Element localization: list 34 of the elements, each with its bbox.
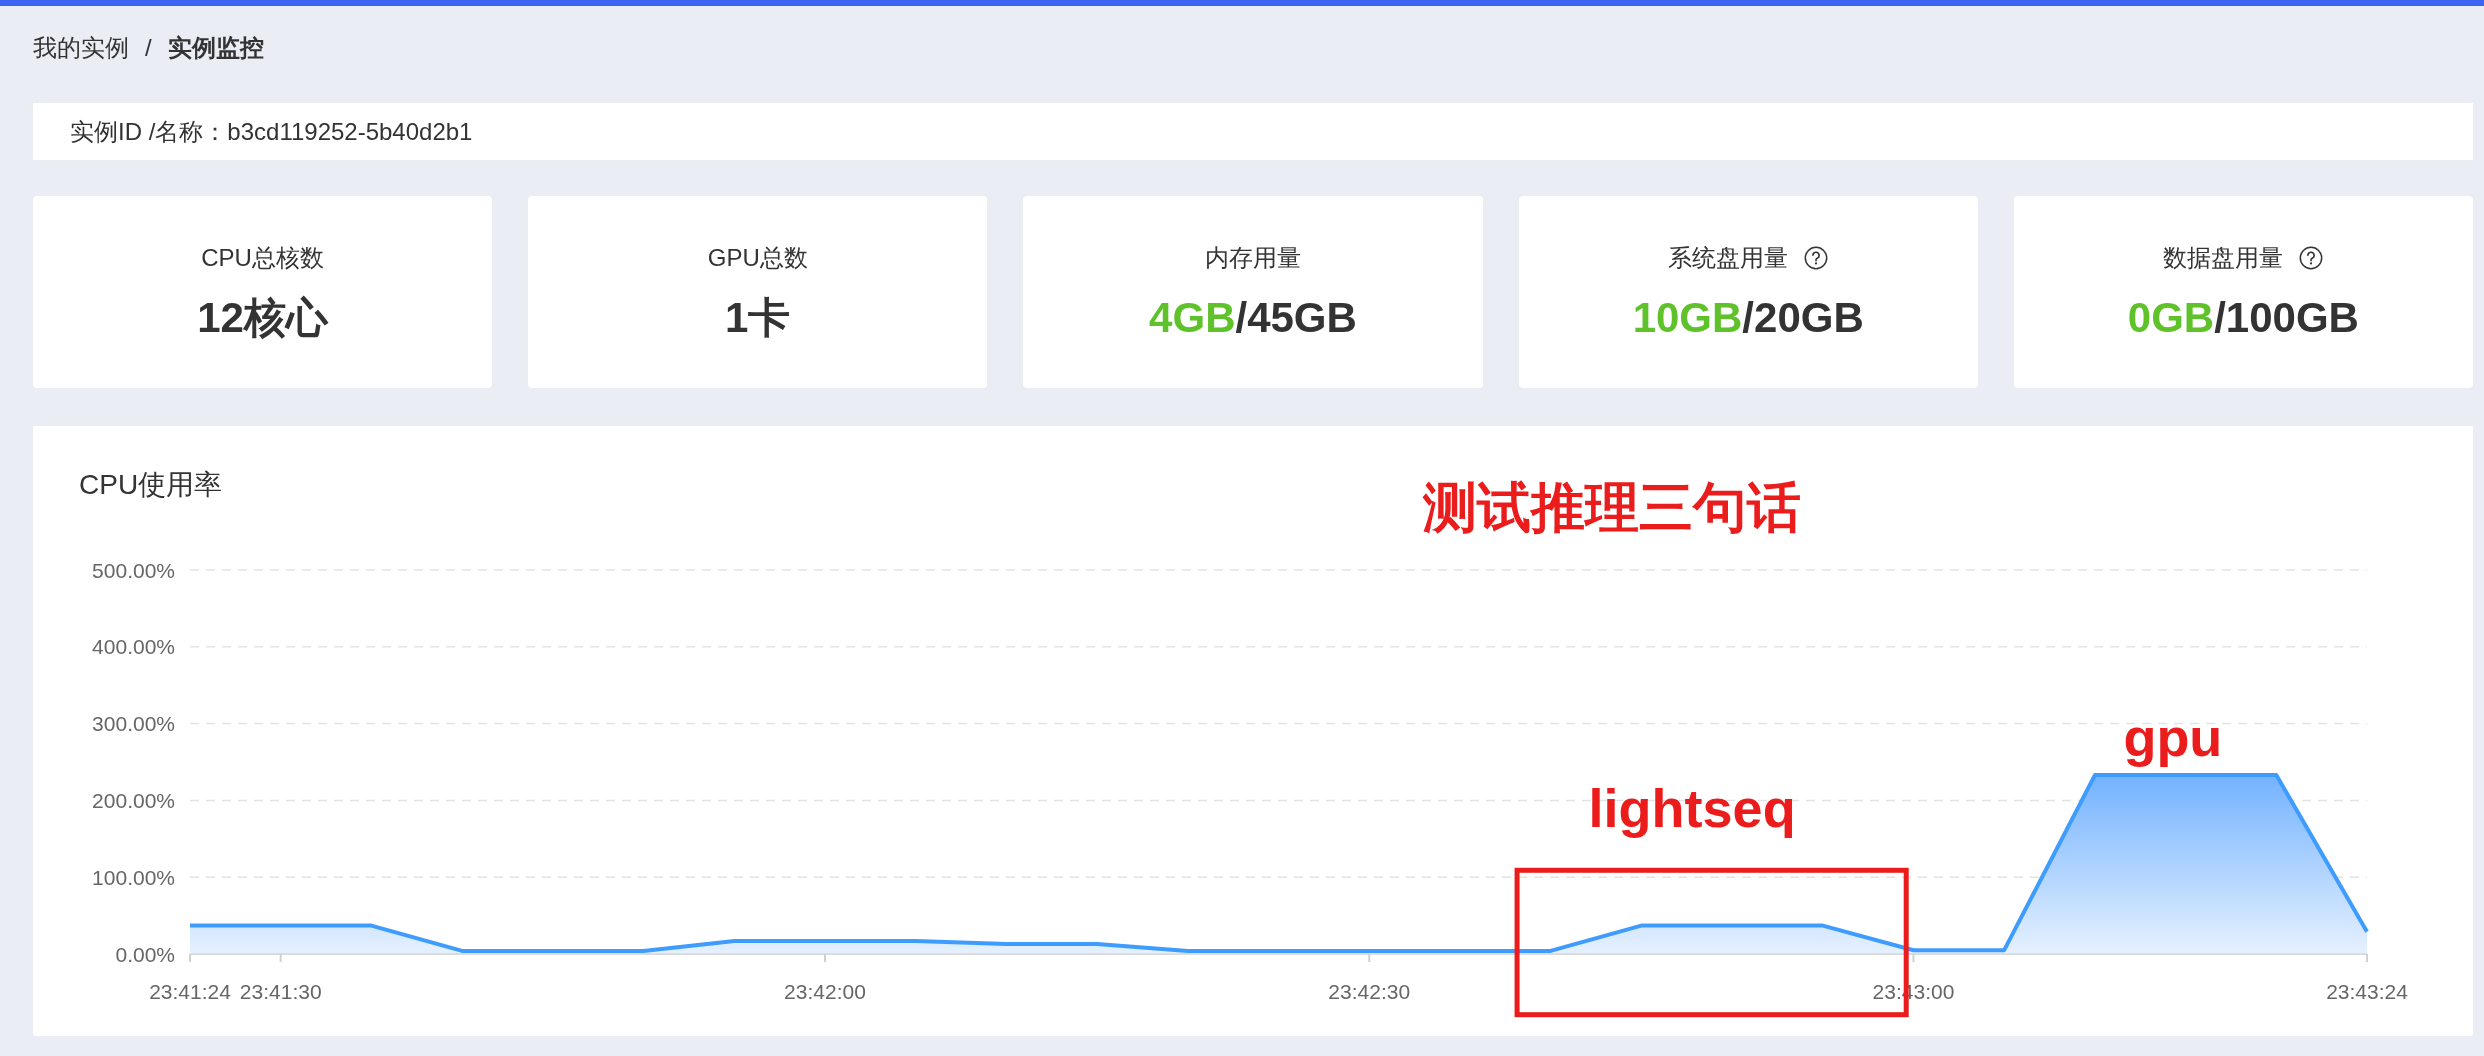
stat-label: 系统盘用量 bbox=[1668, 243, 1789, 273]
stat-label: CPU总核数 bbox=[201, 243, 324, 273]
stat-total-value: /100GB bbox=[2214, 293, 2359, 343]
help-icon[interactable] bbox=[2299, 246, 2324, 270]
stat-used-value: 10GB bbox=[1632, 293, 1743, 343]
breadcrumb-separator: / bbox=[145, 33, 152, 63]
x-axis-label: 23:41:24 bbox=[149, 979, 231, 1003]
stat-total-value: /45GB bbox=[1235, 293, 1357, 343]
stat-value: 12核心 bbox=[197, 293, 328, 343]
y-axis-label: 400.00% bbox=[92, 635, 175, 659]
annotation-label: 测试推理三句话 bbox=[1423, 477, 1802, 537]
x-axis-label: 23:41:30 bbox=[239, 979, 322, 1003]
stat-label: GPU总数 bbox=[707, 243, 808, 273]
x-axis-label: 23:42:30 bbox=[1328, 979, 1411, 1003]
breadcrumb-current: 实例监控 bbox=[167, 33, 264, 63]
y-axis-label: 200.00% bbox=[92, 788, 175, 812]
help-icon[interactable] bbox=[1804, 246, 1829, 270]
annotation-label: lightseq bbox=[1588, 778, 1796, 839]
stat-total-value: /20GB bbox=[1742, 293, 1864, 343]
x-axis-label: 23:43:24 bbox=[2326, 979, 2408, 1003]
stat-used-value: 4GB bbox=[1149, 293, 1236, 343]
stat-used-value: 0GB bbox=[2127, 293, 2215, 343]
breadcrumb-link[interactable]: 我的实例 bbox=[33, 32, 129, 64]
y-axis-label: 300.00% bbox=[92, 712, 175, 736]
x-axis-label: 23:42:00 bbox=[784, 979, 866, 1003]
chart-title: CPU使用率 bbox=[79, 468, 223, 502]
annotation-label: gpu bbox=[2123, 706, 2223, 767]
stat-value: 1卡 bbox=[725, 293, 791, 343]
y-axis-label: 100.00% bbox=[92, 865, 175, 889]
stat-label: 内存用量 bbox=[1205, 243, 1301, 273]
y-axis-label: 500.00% bbox=[92, 558, 175, 582]
stat-label: 数据盘用量 bbox=[2163, 243, 2284, 273]
y-axis-label: 0.00% bbox=[115, 942, 175, 966]
instance-id-text: 实例ID /名称：b3cd119252-5b40d2b1 bbox=[70, 116, 473, 147]
